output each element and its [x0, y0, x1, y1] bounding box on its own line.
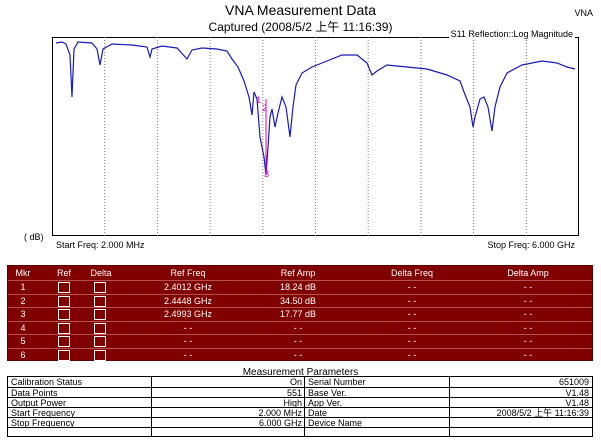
report-title: VNA Measurement Data [225, 2, 376, 18]
col-delta-amp: Delta Amp [507, 268, 549, 278]
delta-checkbox[interactable] [94, 350, 106, 361]
param-label [308, 428, 446, 438]
col-mkr: Mkr [15, 268, 31, 278]
marker-label-3: 3 [264, 169, 269, 179]
marker-mkr-cell: 3 [20, 309, 26, 320]
delta-checkbox[interactable] [94, 336, 106, 348]
marker-ref-amp-cell: - - [293, 350, 303, 360]
delta-checkbox[interactable] [94, 282, 106, 293]
param-value [451, 428, 589, 438]
params-row: Start Frequency 2.000 MHz Date 2008/5/2 上午 … [8, 407, 592, 418]
marker-mkr-cell: 2 [20, 295, 26, 306]
marker-ref-freq-cell: 2.4993 GHz [163, 309, 213, 320]
marker-ref-freq-cell: 2.4012 GHz [163, 282, 213, 292]
ref-checkbox[interactable] [58, 295, 70, 307]
marker-ref-amp-cell: 18.24 dB [279, 282, 317, 292]
ref-checkbox[interactable] [58, 350, 70, 361]
marker-delta-amp-cell: - - [523, 295, 533, 306]
marker-row-2: 2 2.4448 GHz 34.50 dB - - - - [8, 293, 592, 308]
marker-delta-freq-cell: - - [407, 350, 417, 360]
y-axis-unit-label: ( dB) [24, 232, 44, 242]
marker-ref-amp-cell: - - [293, 322, 303, 333]
start-frequency-label: Start Freq: 2.000 MHz [56, 240, 145, 250]
params-row: Calibration Status On Serial Number 651009 [8, 377, 592, 387]
marker-ref-amp-cell: - - [293, 336, 303, 347]
marker-delta-amp-cell: - - [523, 309, 533, 320]
param-value: On [289, 377, 302, 387]
params-row: Stop Frequency 6.000 GHz Device Name [8, 417, 592, 428]
col-ref-freq: Ref Freq [170, 268, 206, 278]
marker-ref-amp-cell: 34.50 dB [279, 295, 317, 306]
stop-frequency-label: Stop Freq: 6.000 GHz [487, 240, 575, 250]
marker-ref-freq-cell: - - [183, 322, 193, 333]
brand-label: VNA [574, 8, 593, 18]
marker-label-2: 2 [262, 103, 267, 113]
delta-checkbox[interactable] [94, 322, 106, 334]
params-row [8, 427, 592, 437]
marker-table-header: Mkr Ref Delta Ref Freq Ref Amp Delta Fre… [8, 266, 592, 280]
ref-checkbox[interactable] [58, 282, 70, 293]
marker-delta-freq-cell: - - [407, 322, 417, 333]
trace-plot: 12 3 [55, 37, 576, 236]
ref-checkbox[interactable] [58, 336, 70, 348]
marker-mkr-cell: 5 [20, 336, 26, 347]
ref-checkbox[interactable] [58, 309, 70, 321]
marker-delta-amp-cell: - - [523, 350, 533, 360]
marker-ref-freq-cell: - - [183, 350, 193, 360]
marker-delta-amp-cell: - - [523, 322, 533, 333]
ref-checkbox[interactable] [58, 322, 70, 334]
marker-delta-freq-cell: - - [407, 309, 417, 320]
measurement-parameters-table: Calibration Status On Serial Number 651009 D… [7, 376, 593, 437]
col-ref-amp: Ref Amp [280, 268, 316, 278]
marker-ref-freq-cell: - - [183, 336, 193, 347]
marker-mkr-cell: 1 [20, 282, 26, 292]
marker-ref-freq-cell: 2.4448 GHz [163, 295, 213, 306]
marker-delta-freq-cell: - - [407, 295, 417, 306]
marker-delta-freq-cell: - - [407, 282, 417, 292]
marker-delta-amp-cell: - - [523, 336, 533, 347]
marker-row-1: 1 2.4012 GHz 18.24 dB - - - - [8, 280, 592, 294]
param-label [11, 428, 149, 438]
params-row: Output Power High App Ver. V1.48 [8, 397, 592, 408]
marker-row-4: 4 - - - - - - - - [8, 320, 592, 335]
marker-row-6: 6 - - - - - - - - [8, 348, 592, 362]
marker-table: Mkr Ref Delta Ref Freq Ref Amp Delta Fre… [7, 265, 593, 361]
param-value [153, 428, 302, 438]
delta-checkbox[interactable] [94, 295, 106, 307]
param-label: Calibration Status [11, 377, 83, 387]
measurement-mode-label: S11 Reflection::Log Magnitude [448, 29, 575, 39]
marker-delta-amp-cell: - - [523, 282, 533, 292]
param-label: Serial Number [308, 377, 366, 387]
col-delta: Delta [90, 268, 112, 278]
col-delta-freq: Delta Freq [390, 268, 434, 278]
marker-mkr-cell: 6 [20, 350, 26, 360]
marker-ref-amp-cell: 17.77 dB [279, 309, 317, 320]
delta-checkbox[interactable] [94, 309, 106, 321]
marker-delta-freq-cell: - - [407, 336, 417, 347]
marker-row-3: 3 2.4993 GHz 17.77 dB - - - - [8, 307, 592, 321]
marker-label-1: 1 [256, 95, 261, 105]
col-ref: Ref [56, 268, 71, 278]
params-row: Data Points 551 Base Ver. V1.48 [8, 387, 592, 398]
marker-mkr-cell: 4 [20, 322, 26, 333]
param-value: 651009 [558, 377, 589, 387]
marker-row-5: 5 - - - - - - - - [8, 334, 592, 348]
